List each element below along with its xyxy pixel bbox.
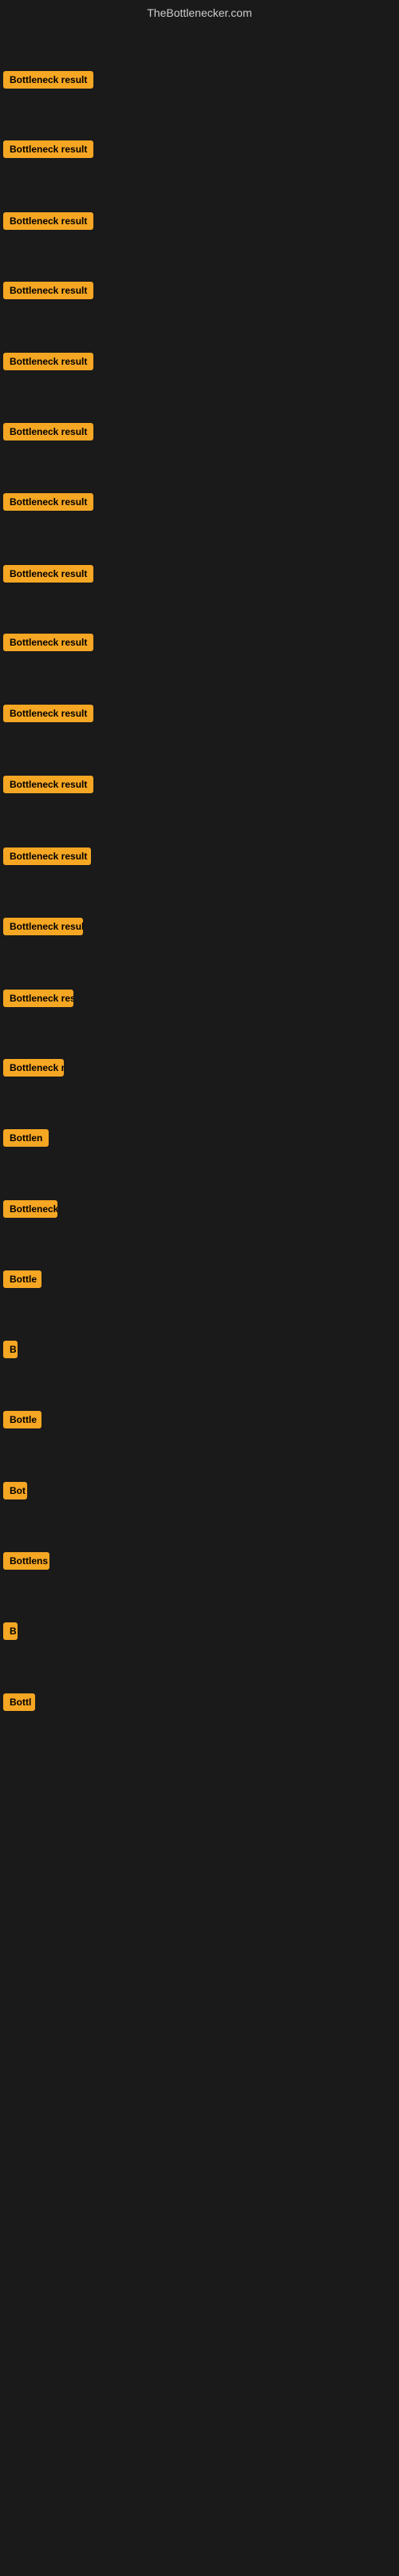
result-row: Bottleneck r bbox=[0, 1056, 67, 1084]
bottleneck-badge[interactable]: Bottlen bbox=[3, 1129, 49, 1147]
bottleneck-badge[interactable]: Bottlens bbox=[3, 1552, 49, 1570]
result-row: Bottleneck result bbox=[0, 420, 97, 448]
result-row: Bottleneck result bbox=[0, 772, 97, 800]
bottleneck-badge[interactable]: Bot bbox=[3, 1482, 27, 1499]
bottleneck-badge[interactable]: Bottleneck result bbox=[3, 847, 91, 865]
result-row: Bottleneck result bbox=[0, 279, 97, 306]
result-row: Bottleneck result bbox=[0, 490, 97, 518]
result-row: B bbox=[0, 1337, 21, 1365]
bottleneck-badge[interactable]: Bottleneck result bbox=[3, 918, 83, 935]
result-row: Bottle bbox=[0, 1267, 45, 1295]
bottleneck-badge[interactable]: Bottleneck result bbox=[3, 634, 93, 651]
bottleneck-badge[interactable]: Bottleneck result bbox=[3, 705, 93, 722]
bottleneck-badge[interactable]: Bottleneck result bbox=[3, 282, 93, 299]
bottleneck-badge[interactable]: Bottleneck result bbox=[3, 776, 93, 793]
result-row: Bottleneck result bbox=[0, 915, 86, 942]
bottleneck-badge[interactable]: B bbox=[3, 1341, 18, 1358]
result-row: Bottleneck result bbox=[0, 630, 97, 658]
bottleneck-badge[interactable]: Bottleneck bbox=[3, 1200, 57, 1218]
result-row: Bottleneck result bbox=[0, 844, 94, 872]
result-row: Bottleneck result bbox=[0, 562, 97, 590]
bottleneck-badge[interactable]: Bottleneck result bbox=[3, 493, 93, 511]
bottleneck-badge[interactable]: Bottleneck result bbox=[3, 423, 93, 441]
result-row: Bot bbox=[0, 1479, 30, 1507]
bottleneck-badge[interactable]: Bottleneck resu bbox=[3, 990, 73, 1007]
result-row: Bottleneck bbox=[0, 1197, 61, 1225]
bottleneck-badge[interactable]: Bottleneck result bbox=[3, 212, 93, 230]
bottleneck-badge[interactable]: Bottleneck result bbox=[3, 71, 93, 89]
result-row: Bottlen bbox=[0, 1126, 52, 1154]
result-row: Bottleneck result bbox=[0, 701, 97, 729]
result-row: B bbox=[0, 1619, 21, 1647]
result-row: Bottleneck result bbox=[0, 350, 97, 377]
result-row: Bottlens bbox=[0, 1549, 53, 1577]
result-row: Bottleneck result bbox=[0, 137, 97, 165]
result-row: Bottl bbox=[0, 1690, 38, 1718]
site-title: TheBottlenecker.com bbox=[0, 0, 399, 22]
result-row: Bottleneck result bbox=[0, 68, 97, 96]
bottleneck-badge[interactable]: Bottle bbox=[3, 1270, 41, 1288]
result-row: Bottleneck resu bbox=[0, 986, 77, 1014]
result-row: Bottle bbox=[0, 1408, 45, 1436]
bottleneck-badge[interactable]: Bottle bbox=[3, 1411, 41, 1428]
bottleneck-badge[interactable]: Bottleneck result bbox=[3, 353, 93, 370]
bottleneck-badge[interactable]: Bottl bbox=[3, 1693, 35, 1711]
bottleneck-badge[interactable]: Bottleneck result bbox=[3, 565, 93, 583]
bottleneck-badge[interactable]: Bottleneck result bbox=[3, 140, 93, 158]
result-row: Bottleneck result bbox=[0, 209, 97, 237]
bottleneck-badge[interactable]: Bottleneck r bbox=[3, 1059, 64, 1077]
bottleneck-badge[interactable]: B bbox=[3, 1622, 18, 1640]
